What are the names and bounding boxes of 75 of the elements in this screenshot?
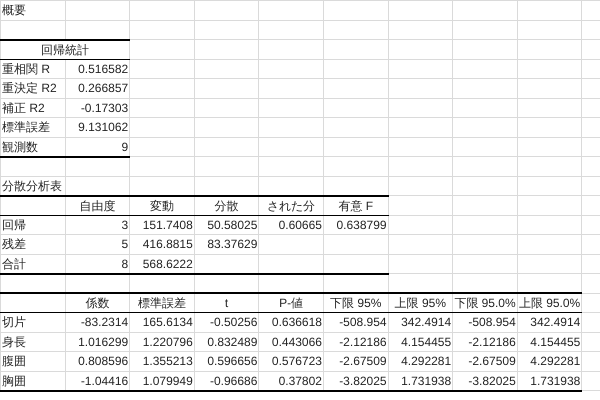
row-label: 重決定 R2	[2, 80, 57, 98]
table-cell-text: 0.266857	[78, 80, 128, 98]
table-cell-text: 9.131062	[78, 119, 128, 136]
table-cell-text: 0.638799	[336, 216, 387, 234]
table-cell-text: 3	[122, 216, 128, 234]
table-cell-text: 1.355213	[142, 353, 193, 370]
table-cell-text: 0.808596	[78, 353, 128, 370]
row-label: 重相関 R	[2, 60, 50, 78]
column-header: 分散	[214, 198, 239, 214]
table-cell-text: 342.4914	[401, 314, 452, 332]
column-header: P-値	[279, 295, 304, 312]
table-cell-text: -508.954	[339, 314, 387, 332]
column-header: 下限 95%	[330, 295, 382, 312]
table-cell-text: -508.954	[468, 314, 516, 332]
table-cell-text: 1.731938	[530, 372, 580, 390]
table-cell-text: 0.516582	[78, 60, 128, 78]
column-header: 変動	[150, 198, 174, 214]
sheet-title: 概要	[2, 2, 26, 20]
table-cell-text: 4.154455	[401, 334, 452, 351]
table-cell-text: 1.079949	[142, 372, 193, 390]
row-label: 切片	[2, 314, 26, 332]
table-cell-text: 416.8815	[142, 236, 193, 254]
row-label: 合計	[2, 256, 26, 272]
section-title: 分散分析表	[2, 178, 62, 194]
table-cell-text: 0.832489	[207, 334, 258, 351]
table-cell-text: 0.443066	[272, 334, 322, 351]
table-cell-text: -1.04416	[80, 372, 128, 390]
table-cell-text: -0.17303	[80, 100, 128, 117]
table-cell-text: -3.82025	[339, 372, 387, 390]
table-cell-text: -2.12186	[468, 334, 516, 351]
column-header: t	[224, 295, 228, 312]
table-cell-text: 0.596656	[207, 353, 258, 370]
table-cell-text: 0.37802	[278, 372, 322, 390]
table-cell-text: 568.6222	[142, 256, 193, 272]
column-header: 自由度	[79, 198, 116, 214]
column-header: 係数	[85, 295, 110, 312]
table-cell-text: 1.016299	[78, 334, 128, 351]
table-header: 回帰統計	[41, 42, 90, 58]
row-label: 残差	[2, 236, 26, 254]
table-cell-text: 0.60665	[278, 216, 322, 234]
table-cell-text: 165.6134	[142, 314, 193, 332]
table-cell-text: 0.576723	[272, 353, 322, 370]
column-header: 上限 95.0%	[518, 295, 580, 312]
table-cell-text: 0.636618	[272, 314, 322, 332]
column-header: 標準誤差	[138, 295, 186, 312]
row-label: 標準誤差	[2, 119, 50, 136]
table-cell-text: 342.4914	[530, 314, 580, 332]
table-cell-text: 4.292281	[530, 353, 580, 370]
table-cell-text: 1.220796	[142, 334, 193, 351]
row-label: 補正 R2	[2, 100, 45, 117]
column-header: 上限 95%	[394, 295, 446, 312]
table-cell-text: 8	[122, 256, 128, 272]
column-header: された分	[267, 198, 316, 214]
row-label: 観測数	[2, 138, 38, 156]
table-cell-text: 4.154455	[530, 334, 580, 351]
table-cell-text: 9	[122, 138, 128, 156]
table-cell-text: -0.50256	[210, 314, 258, 332]
table-cell-text: 1.731938	[401, 372, 452, 390]
table-cell-text: -0.96686	[210, 372, 258, 390]
table-cell-text: 50.58025	[207, 216, 258, 234]
table-cell-text: 5	[122, 236, 128, 254]
table-cell-text: 4.292281	[401, 353, 452, 370]
table-cell-text: 151.7408	[142, 216, 193, 234]
table-cell-text: -2.12186	[339, 334, 387, 351]
table-cell-text: 83.37629	[207, 236, 258, 254]
column-header: 有意 F	[338, 198, 374, 214]
table-cell-text: -3.82025	[468, 372, 516, 390]
table-cell-text: -2.67509	[468, 353, 516, 370]
table-cell-text: -2.67509	[339, 353, 387, 370]
column-header: 下限 95.0%	[454, 295, 516, 312]
row-label: 胸囲	[2, 372, 26, 390]
row-label: 腹囲	[2, 353, 26, 370]
row-label: 回帰	[2, 216, 26, 234]
table-cell-text: -83.2314	[80, 314, 128, 332]
row-label: 身長	[2, 334, 26, 351]
